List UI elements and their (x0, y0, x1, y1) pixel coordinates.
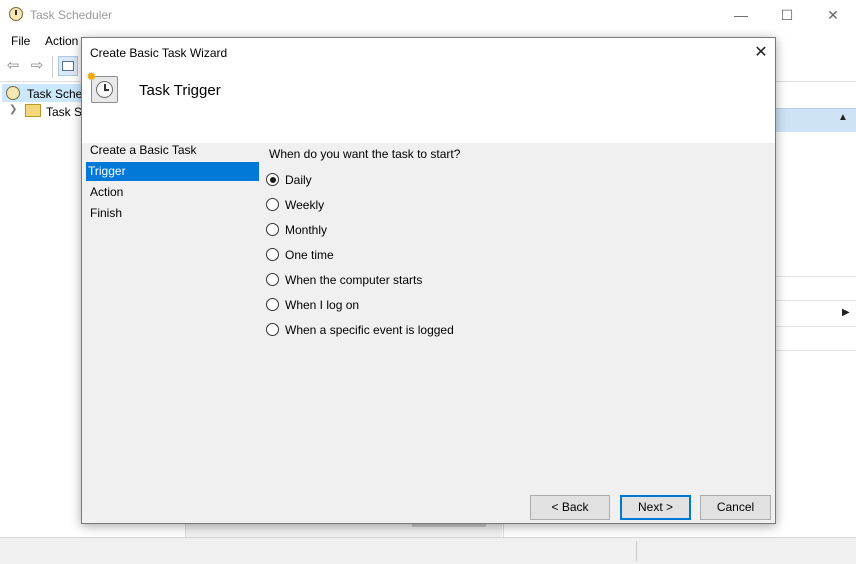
step-finish[interactable]: Finish (88, 204, 259, 223)
status-separator (636, 541, 637, 561)
actions-divider (776, 276, 856, 277)
step-create-basic-task[interactable]: Create a Basic Task (88, 141, 259, 160)
view-icon[interactable] (58, 56, 78, 76)
actions-divider (776, 326, 856, 327)
back-button[interactable]: < Back (530, 495, 610, 520)
next-button[interactable]: Next > (620, 495, 691, 520)
radio-label: Daily (285, 173, 312, 187)
step-trigger[interactable]: Trigger (86, 162, 259, 181)
actions-divider (776, 350, 856, 351)
radio-button[interactable] (266, 173, 279, 186)
submenu-arrow-icon[interactable]: ▶ (842, 307, 850, 318)
radio-button[interactable] (266, 198, 279, 211)
clock-icon (6, 86, 20, 100)
radio-label: When I log on (285, 298, 360, 312)
radio-label: One time (285, 248, 334, 262)
maximize-button[interactable]: ☐ (764, 0, 810, 31)
folder-icon (25, 104, 41, 117)
forward-arrow-icon[interactable]: ⇨ (28, 58, 46, 74)
status-bar (0, 537, 856, 564)
step-action[interactable]: Action (88, 183, 259, 202)
wizard-header (82, 68, 775, 143)
radio-button[interactable] (266, 248, 279, 261)
collapse-up-icon[interactable]: ▲ (838, 112, 848, 123)
wizard-title: Create Basic Task Wizard (90, 46, 228, 60)
toolbar-separator (52, 56, 53, 78)
radio-button[interactable] (266, 273, 279, 286)
back-arrow-icon[interactable]: ⇦ (4, 58, 22, 74)
radio-button[interactable] (266, 223, 279, 236)
radio-label: When the computer starts (285, 273, 423, 287)
clock-hand (104, 89, 109, 91)
minimize-button[interactable]: — (718, 0, 764, 31)
page-title: Task Trigger (139, 82, 221, 99)
sparkle-icon: ✹ (86, 69, 97, 84)
radio-label: Weekly (285, 198, 325, 212)
chevron-right-icon[interactable]: ❯ (9, 104, 17, 115)
main-close-button[interactable]: ✕ (810, 0, 856, 31)
menu-action[interactable]: Action (45, 34, 78, 48)
radio-label: When a specific event is logged (285, 323, 454, 337)
radio-button[interactable] (266, 298, 279, 311)
trigger-question: When do you want the task to start? (269, 147, 461, 161)
radio-button[interactable] (266, 323, 279, 336)
tree-item-task-scheduler[interactable]: Task Sched (27, 87, 89, 101)
menu-file[interactable]: File (11, 34, 30, 48)
cancel-button[interactable]: Cancel (700, 495, 771, 520)
close-icon[interactable]: ✕ (748, 40, 774, 66)
main-window-title: Task Scheduler (30, 8, 113, 22)
clock-icon (9, 7, 23, 21)
actions-divider (776, 300, 856, 301)
radio-label: Monthly (285, 223, 328, 237)
